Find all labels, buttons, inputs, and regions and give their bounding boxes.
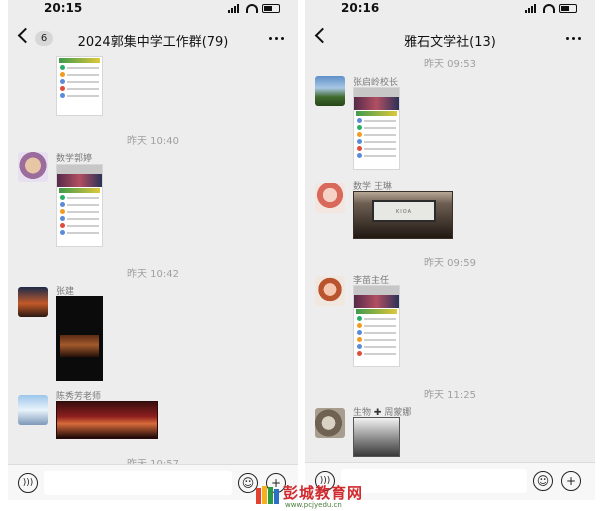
message-image[interactable]: KIOA bbox=[353, 191, 453, 239]
avatar[interactable] bbox=[18, 287, 48, 317]
signal-icon bbox=[228, 4, 242, 13]
signal-icon bbox=[525, 4, 539, 13]
message-image[interactable] bbox=[353, 417, 400, 457]
message-image[interactable] bbox=[56, 401, 158, 439]
watermark-title: 彭城教育网 bbox=[283, 484, 364, 502]
book-logo-icon bbox=[256, 486, 279, 504]
projector-screen: KIOA bbox=[372, 200, 436, 222]
avatar[interactable] bbox=[18, 395, 48, 425]
status-icons bbox=[525, 4, 577, 13]
message-input[interactable] bbox=[44, 471, 232, 495]
message-image[interactable] bbox=[56, 164, 103, 247]
nav-bar: 雅石文学社(13) bbox=[305, 22, 595, 56]
avatar[interactable] bbox=[315, 276, 345, 306]
wifi-icon bbox=[246, 4, 258, 13]
avatar[interactable] bbox=[18, 152, 48, 182]
chat-title: 雅石文学社(13) bbox=[404, 35, 496, 50]
sender-name: 数学郭婷 bbox=[56, 154, 93, 164]
wifi-icon bbox=[543, 4, 555, 13]
right-chat-screen: 20:16 雅石文学社(13) 昨天 09:53 张启岭校长 数学 王琳 KIO… bbox=[305, 0, 595, 500]
avatar[interactable] bbox=[315, 183, 345, 213]
chat-title: 2024郭集中学工作群(79) bbox=[77, 35, 229, 50]
more-icon[interactable] bbox=[566, 37, 581, 40]
status-bar: 20:15 bbox=[8, 0, 298, 20]
message-image[interactable] bbox=[56, 296, 103, 381]
battery-icon bbox=[262, 4, 280, 13]
timestamp: 昨天 11:25 bbox=[424, 390, 476, 401]
battery-icon bbox=[559, 4, 577, 13]
message-image[interactable] bbox=[353, 285, 400, 367]
emoji-icon[interactable]: ☺ bbox=[533, 471, 553, 491]
avatar[interactable] bbox=[315, 76, 345, 106]
plus-icon[interactable]: + bbox=[561, 471, 581, 491]
timestamp: 昨天 09:59 bbox=[424, 258, 476, 269]
voice-icon[interactable]: ))) bbox=[18, 473, 38, 493]
status-time: 20:15 bbox=[44, 1, 83, 15]
more-icon[interactable] bbox=[269, 37, 284, 40]
timestamp: 昨天 09:53 bbox=[424, 59, 476, 70]
timestamp: 昨天 10:40 bbox=[127, 136, 179, 147]
message-image[interactable] bbox=[353, 87, 400, 170]
status-icons bbox=[228, 4, 280, 13]
timestamp: 昨天 10:42 bbox=[127, 269, 179, 280]
nav-bar: 6 2024郭集中学工作群(79) bbox=[8, 22, 298, 56]
left-chat-screen: 20:15 6 2024郭集中学工作群(79) 昨天 10:40 数学郭婷 昨天… bbox=[8, 0, 298, 500]
site-watermark: 彭城教育网 www.pcjyedu.cn bbox=[255, 482, 385, 510]
status-bar: 20:16 bbox=[305, 0, 595, 20]
projector-screen-text: KIOA bbox=[395, 209, 413, 215]
status-time: 20:16 bbox=[341, 1, 380, 15]
watermark-url: www.pcjyedu.cn bbox=[285, 501, 342, 509]
message-image[interactable] bbox=[56, 56, 103, 116]
avatar[interactable] bbox=[315, 408, 345, 438]
